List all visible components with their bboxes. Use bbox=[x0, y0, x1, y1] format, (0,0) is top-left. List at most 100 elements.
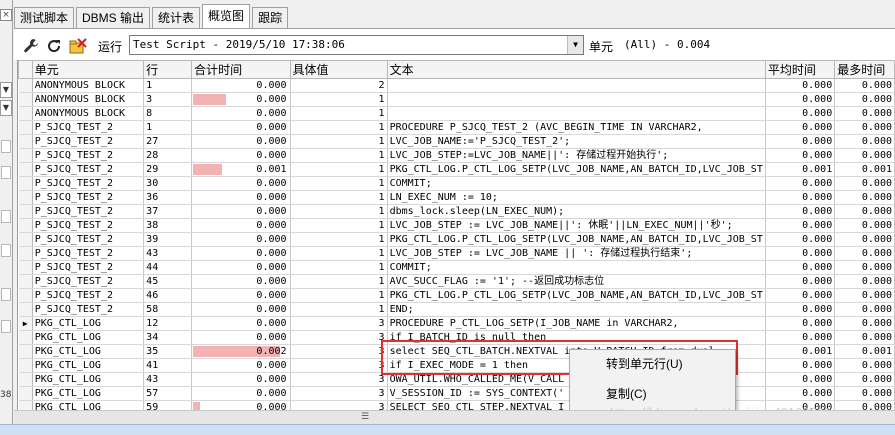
cell-max-time[interactable]: 0.000 bbox=[834, 120, 895, 135]
cell-unit[interactable]: P_SJCQ_TEST_2 bbox=[32, 246, 145, 261]
cell-unit[interactable]: ANONYMOUS BLOCK bbox=[32, 92, 145, 107]
cell-total-time[interactable]: 0.000 bbox=[191, 372, 291, 387]
cell-line[interactable]: 44 bbox=[143, 260, 193, 275]
table-row[interactable]: ANONYMOUS BLOCK 1 0.000 2 0.000 0.000 bbox=[18, 78, 895, 93]
tab-overview[interactable]: 概览图 bbox=[202, 4, 251, 28]
cell-max-time[interactable]: 0.000 bbox=[834, 176, 895, 191]
cell-occurrences[interactable]: 2 bbox=[290, 78, 388, 93]
table-row[interactable]: PKG_CTL_LOG 41 0.000 3 if I_EXEC_MODE = 1 th… bbox=[18, 358, 895, 373]
cell-occurrences[interactable]: 1 bbox=[290, 232, 388, 247]
cell-max-time[interactable]: 0.000 bbox=[834, 204, 895, 219]
row-indicator[interactable] bbox=[18, 106, 33, 121]
cell-line[interactable]: 12 bbox=[143, 316, 193, 331]
cell-unit[interactable]: P_SJCQ_TEST_2 bbox=[32, 204, 145, 219]
cell-unit[interactable]: P_SJCQ_TEST_2 bbox=[32, 302, 145, 317]
cell-unit[interactable]: P_SJCQ_TEST_2 bbox=[32, 288, 145, 303]
cell-text[interactable]: LVC_JOB_STEP:=LVC_JOB_NAME||': 存储过程开始执行'… bbox=[387, 148, 766, 163]
run-select[interactable]: Test Script - 2019/5/10 17:38:06 ▼ bbox=[129, 35, 584, 55]
column-header-max-time[interactable]: 最多时间 bbox=[834, 60, 895, 79]
cell-avg-time[interactable]: 0.000 bbox=[765, 134, 836, 149]
cell-line[interactable]: 37 bbox=[143, 204, 193, 219]
cell-occurrences[interactable]: 1 bbox=[290, 134, 388, 149]
cell-unit[interactable]: PKG_CTL_LOG bbox=[32, 358, 145, 373]
cell-total-time[interactable]: 0.000 bbox=[191, 358, 291, 373]
table-row[interactable]: P_SJCQ_TEST_2 27 0.000 1 LVC_JOB_NAME:='P_SJ… bbox=[18, 134, 895, 149]
table-row[interactable]: P_SJCQ_TEST_2 28 0.000 1 LVC_JOB_STEP:=LVC_J… bbox=[18, 148, 895, 163]
cell-line[interactable]: 28 bbox=[143, 148, 193, 163]
cell-avg-time[interactable]: 0.000 bbox=[765, 330, 836, 345]
cell-occurrences[interactable]: 1 bbox=[290, 148, 388, 163]
cell-total-time[interactable]: 0.000 bbox=[191, 386, 291, 401]
cell-line[interactable]: 36 bbox=[143, 190, 193, 205]
row-indicator[interactable] bbox=[18, 330, 33, 345]
cell-total-time[interactable]: 0.000 bbox=[191, 274, 291, 289]
cell-total-time[interactable]: 0.000 bbox=[191, 204, 291, 219]
tab-dbms-output[interactable]: DBMS 输出 bbox=[76, 7, 151, 28]
cell-total-time[interactable]: 0.000 bbox=[191, 288, 291, 303]
cell-text[interactable]: AVC_SUCC_FLAG := '1'; --返回成功标志位 bbox=[387, 274, 766, 289]
cell-max-time[interactable]: 0.000 bbox=[834, 106, 895, 121]
cell-max-time[interactable]: 0.000 bbox=[834, 386, 895, 401]
table-row[interactable]: PKG_CTL_LOG 57 0.000 3 V_SESSION_ID := SYS_C… bbox=[18, 386, 895, 401]
cell-line[interactable]: 39 bbox=[143, 232, 193, 247]
cell-unit[interactable]: PKG_CTL_LOG bbox=[32, 344, 145, 359]
cell-avg-time[interactable]: 0.000 bbox=[765, 92, 836, 107]
cell-total-time[interactable]: 0.000 bbox=[191, 134, 291, 149]
cell-text[interactable] bbox=[387, 78, 766, 93]
table-row[interactable]: P_SJCQ_TEST_2 37 0.000 1 dbms_lock.sleep(LN_… bbox=[18, 204, 895, 219]
row-indicator[interactable] bbox=[18, 288, 33, 303]
column-header-line[interactable]: 行 bbox=[143, 60, 193, 79]
cell-occurrences[interactable]: 1 bbox=[290, 190, 388, 205]
row-indicator[interactable] bbox=[18, 134, 33, 149]
column-header-text[interactable]: 文本 bbox=[386, 60, 766, 79]
cell-total-time[interactable]: 0.000 bbox=[191, 176, 291, 191]
cell-total-time[interactable]: 0.000 bbox=[191, 190, 291, 205]
cell-avg-time[interactable]: 0.000 bbox=[765, 288, 836, 303]
cell-avg-time[interactable]: 0.000 bbox=[765, 358, 836, 373]
table-row[interactable]: P_SJCQ_TEST_2 44 0.000 1 COMMIT; 0.000 0.000 bbox=[18, 260, 895, 275]
cell-line[interactable]: 59 bbox=[143, 400, 193, 410]
cell-occurrences[interactable]: 1 bbox=[290, 260, 388, 275]
cell-unit[interactable]: P_SJCQ_TEST_2 bbox=[32, 148, 145, 163]
cell-max-time[interactable]: 0.000 bbox=[834, 92, 895, 107]
cell-avg-time[interactable]: 0.000 bbox=[765, 120, 836, 135]
cell-max-time[interactable]: 0.001 bbox=[834, 162, 895, 177]
row-indicator[interactable] bbox=[18, 358, 33, 373]
dropdown-arrow-icon[interactable]: ▼ bbox=[0, 82, 12, 98]
cell-unit[interactable]: PKG_CTL_LOG bbox=[32, 386, 145, 401]
cell-max-time[interactable]: 0.000 bbox=[834, 302, 895, 317]
cell-avg-time[interactable]: 0.000 bbox=[765, 400, 836, 410]
cell-avg-time[interactable]: 0.000 bbox=[765, 106, 836, 121]
cell-avg-time[interactable]: 0.001 bbox=[765, 162, 836, 177]
cell-unit[interactable]: P_SJCQ_TEST_2 bbox=[32, 218, 145, 233]
cell-max-time[interactable]: 0.000 bbox=[834, 232, 895, 247]
cell-text[interactable] bbox=[387, 106, 766, 121]
table-row[interactable]: P_SJCQ_TEST_2 36 0.000 1 LN_EXEC_NUM := 10; 0… bbox=[18, 190, 895, 205]
cell-total-time[interactable]: 0.000 bbox=[191, 218, 291, 233]
cell-text[interactable]: LN_EXEC_NUM := 10; bbox=[387, 190, 766, 205]
row-indicator[interactable] bbox=[18, 344, 33, 359]
row-indicator[interactable] bbox=[18, 246, 33, 261]
table-row[interactable]: P_SJCQ_TEST_2 58 0.000 1 END; 0.000 0.000 bbox=[18, 302, 895, 317]
unit-select[interactable]: (All) - 0.004 bbox=[620, 35, 895, 55]
cell-max-time[interactable]: 0.000 bbox=[834, 358, 895, 373]
cell-avg-time[interactable]: 0.000 bbox=[765, 302, 836, 317]
menu-item-copy[interactable]: 复制(C) bbox=[571, 382, 734, 406]
cell-line[interactable]: 46 bbox=[143, 288, 193, 303]
cell-unit[interactable]: PKG_CTL_LOG bbox=[32, 316, 145, 331]
cell-max-time[interactable]: 0.000 bbox=[834, 78, 895, 93]
cell-avg-time[interactable]: 0.000 bbox=[765, 232, 836, 247]
cell-total-time[interactable]: 0.000 bbox=[191, 232, 291, 247]
table-row[interactable]: P_SJCQ_TEST_2 46 0.000 1 PKG_CTL_LOG.P_CTL_L… bbox=[18, 288, 895, 303]
row-indicator[interactable] bbox=[18, 204, 33, 219]
cell-total-time[interactable]: 0.000 bbox=[191, 92, 291, 107]
splitter-grip-icon[interactable]: ☰ bbox=[355, 412, 375, 422]
cell-line[interactable]: 43 bbox=[143, 372, 193, 387]
cell-total-time[interactable]: 0.000 bbox=[191, 148, 291, 163]
table-row[interactable]: P_SJCQ_TEST_2 30 0.000 1 COMMIT; 0.000 0.000 bbox=[18, 176, 895, 191]
row-indicator[interactable] bbox=[18, 232, 33, 247]
cell-avg-time[interactable]: 0.000 bbox=[765, 176, 836, 191]
cell-max-time[interactable]: 0.000 bbox=[834, 260, 895, 275]
cell-occurrences[interactable]: 3 bbox=[290, 400, 388, 410]
cell-text[interactable] bbox=[387, 92, 766, 107]
